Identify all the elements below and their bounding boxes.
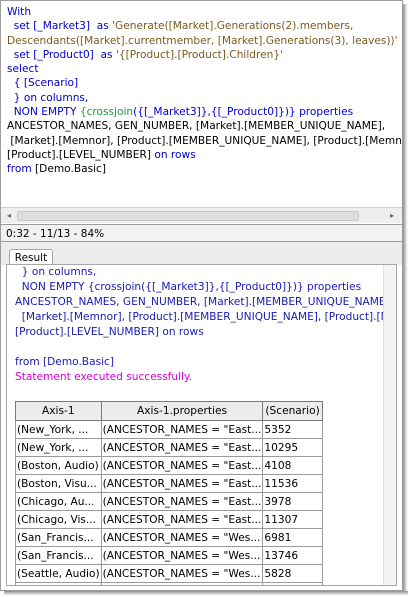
table-cell[interactable]: (Seattle, Visu... (15, 582, 102, 585)
query-token: { [Scenario] (7, 77, 79, 90)
table-cell[interactable]: (ANCESTOR_NAMES = "East... (100, 456, 264, 475)
result-echo-line (15, 340, 385, 355)
result-panel[interactable]: } on columns, NON EMPTY {crossjoin({[_Ma… (6, 264, 397, 586)
cursor-position-status: 0:32 - 11/13 - 84% (6, 228, 105, 240)
table-cell[interactable]: 6981 (262, 528, 323, 547)
query-line: { [Scenario] (7, 76, 396, 90)
editor-horizontal-scrollbar[interactable]: ◂ ▸ (1, 207, 402, 223)
scroll-left-icon[interactable]: ◂ (4, 211, 14, 220)
grid-header-row: Axis-1 Axis-1.properties (Scenario) (15, 401, 323, 421)
query-line: } on columns, (7, 91, 396, 105)
table-cell[interactable]: 11307 (262, 510, 323, 529)
table-cell[interactable]: (ANCESTOR_NAMES = "Wes... (100, 582, 264, 585)
window-shadow-right (403, 4, 408, 596)
scroll-right-icon[interactable]: ▸ (387, 211, 397, 220)
table-cell[interactable]: 10295 (262, 438, 323, 457)
table-cell[interactable]: (ANCESTOR_NAMES = "Wes... (100, 564, 264, 583)
query-line: [Product].[LEVEL_NUMBER] on rows (7, 148, 396, 162)
table-cell[interactable]: (ANCESTOR_NAMES = "East... (100, 474, 264, 493)
column-header-axis1[interactable]: Axis-1 (15, 401, 102, 421)
query-token: With (7, 6, 32, 18)
tab-result-label: Result (14, 252, 48, 264)
table-row[interactable]: (Seattle, Audio) (ANCESTOR_NAMES = "Wes..… (15, 564, 323, 583)
query-token: [Market].[Memnor], [Product].[MEMBER_UNI… (7, 134, 402, 147)
query-token: on rows (151, 148, 196, 161)
table-cell[interactable]: 5828 (262, 564, 323, 583)
table-row[interactable]: (Boston, Visu... (ANCESTOR_NAMES = "East.… (15, 474, 323, 493)
table-row[interactable]: (Seattle, Visu...(ANCESTOR_NAMES = "Wes.… (15, 582, 323, 585)
query-line: ANCESTOR_NAMES, GEN_NUMBER, [Market].[ME… (7, 119, 396, 133)
table-row[interactable]: (Boston, Audio) (ANCESTOR_NAMES = "East..… (15, 456, 323, 475)
result-tabbar: Result (1, 247, 402, 265)
table-cell[interactable]: 3978 (262, 492, 323, 511)
table-row[interactable]: (New_York, ... (ANCESTOR_NAMES = "East...… (15, 420, 323, 439)
table-cell[interactable]: 5352 (262, 420, 323, 439)
table-cell[interactable]: 11536 (262, 474, 323, 493)
table-row[interactable]: (New_York, ... (ANCESTOR_NAMES = "East...… (15, 438, 323, 457)
query-line: With (7, 5, 396, 19)
table-cell[interactable]: (ANCESTOR_NAMES = "East... (100, 492, 264, 511)
result-echo-line: } on columns, (15, 266, 97, 278)
table-cell[interactable]: (Seattle, Audio) (15, 564, 102, 583)
query-line: Descendants([Market].currentmember, [Mar… (7, 34, 398, 48)
query-token: set [_Market3] as (7, 20, 113, 33)
query-token: [Product].[LEVEL_NUMBER] (7, 148, 151, 161)
table-cell[interactable]: 4108 (262, 456, 323, 475)
result-echo-line: [Market].[Memnor], [Product].[MEMBER_UNI… (15, 311, 397, 323)
query-line: set [_Market3] as 'Generate([Market].Gen… (7, 19, 396, 33)
query-token: [Demo.Basic] (35, 163, 107, 176)
table-cell[interactable]: 13746 (262, 546, 323, 565)
table-cell[interactable]: (ANCESTOR_NAMES = "East... (100, 438, 264, 457)
table-cell[interactable]: (Boston, Visu... (15, 474, 102, 493)
query-token: ANCESTOR_NAMES, GEN_NUMBER, [Market].[ME… (7, 120, 386, 133)
table-cell[interactable]: 8839 (262, 582, 323, 585)
query-token: ({[_Market3]},{[_Product0]})} (133, 106, 296, 119)
table-cell[interactable]: (Chicago, Vis... (15, 510, 102, 529)
result-vertical-scrollbar[interactable] (383, 265, 396, 585)
tab-result[interactable]: Result (9, 249, 53, 265)
query-line: select (7, 62, 396, 76)
query-token: select (7, 63, 39, 76)
query-token: Descendants([Market].currentmember, [Mar… (7, 34, 398, 47)
column-header-axis1-properties[interactable]: Axis-1.properties (100, 401, 264, 421)
query-token: '{[Product].[Product].Children}' (115, 48, 284, 61)
table-cell[interactable]: (ANCESTOR_NAMES = "Wes... (100, 546, 264, 565)
query-line: from [Demo.Basic] (7, 162, 396, 176)
result-output-text: } on columns, NON EMPTY {crossjoin({[_Ma… (15, 265, 397, 385)
query-token: {crossjoin (79, 106, 134, 119)
editor-scroll-thumb[interactable] (17, 211, 359, 221)
result-echo-line: ANCESTOR_NAMES, GEN_NUMBER, [Market].[ME… (15, 296, 394, 308)
table-cell[interactable]: (San_Francis... (15, 546, 102, 565)
result-grid[interactable]: Axis-1 Axis-1.properties (Scenario) (New… (15, 401, 323, 585)
table-row[interactable]: (San_Francis... (ANCESTOR_NAMES = "Wes...… (15, 528, 323, 547)
table-cell[interactable]: (ANCESTOR_NAMES = "East... (100, 420, 264, 439)
table-row[interactable]: (San_Francis... (ANCESTOR_NAMES = "Wes...… (15, 546, 323, 565)
table-cell[interactable]: (ANCESTOR_NAMES = "Wes... (100, 528, 264, 547)
result-echo-line: NON EMPTY {crossjoin({[_Market3]},{[_Pro… (15, 281, 362, 293)
table-cell[interactable]: (ANCESTOR_NAMES = "East... (100, 510, 264, 529)
query-editor[interactable]: With set [_Market3] as 'Generate([Market… (1, 1, 402, 222)
table-cell[interactable]: (New_York, ... (15, 438, 102, 457)
table-row[interactable]: (Chicago, Au... (ANCESTOR_NAMES = "East..… (15, 492, 323, 511)
query-line: NON EMPTY {crossjoin({[_Market3]},{[_Pro… (7, 105, 396, 119)
table-cell[interactable]: (Boston, Audio) (15, 456, 102, 475)
query-token: 'Generate([Market].Generations(2).member… (112, 20, 354, 33)
table-cell[interactable]: (San_Francis... (15, 528, 102, 547)
editor-status-bar: 0:32 - 11/13 - 84% (1, 224, 402, 242)
query-token: } on columns, (7, 91, 89, 104)
table-row[interactable]: (Chicago, Vis... (ANCESTOR_NAMES = "East.… (15, 510, 323, 529)
result-echo-line: [Product].[LEVEL_NUMBER] on rows (15, 326, 204, 338)
window-shadow-bottom (4, 591, 408, 596)
query-token: from (7, 163, 36, 176)
column-header-scenario[interactable]: (Scenario) (262, 401, 323, 421)
query-token: NON EMPTY (7, 106, 80, 119)
table-cell[interactable]: (Chicago, Au... (15, 492, 102, 511)
query-token: set [_Product0] as (7, 48, 116, 61)
query-line: set [_Product0] as '{[Product].[Product]… (7, 48, 396, 62)
success-message: Statement executed successfully. (15, 371, 193, 383)
query-token: properties (295, 106, 354, 119)
result-echo-line: from [Demo.Basic] (15, 356, 114, 368)
query-line: [Market].[Memnor], [Product].[MEMBER_UNI… (7, 134, 402, 148)
table-cell[interactable]: (New_York, ... (15, 420, 102, 439)
